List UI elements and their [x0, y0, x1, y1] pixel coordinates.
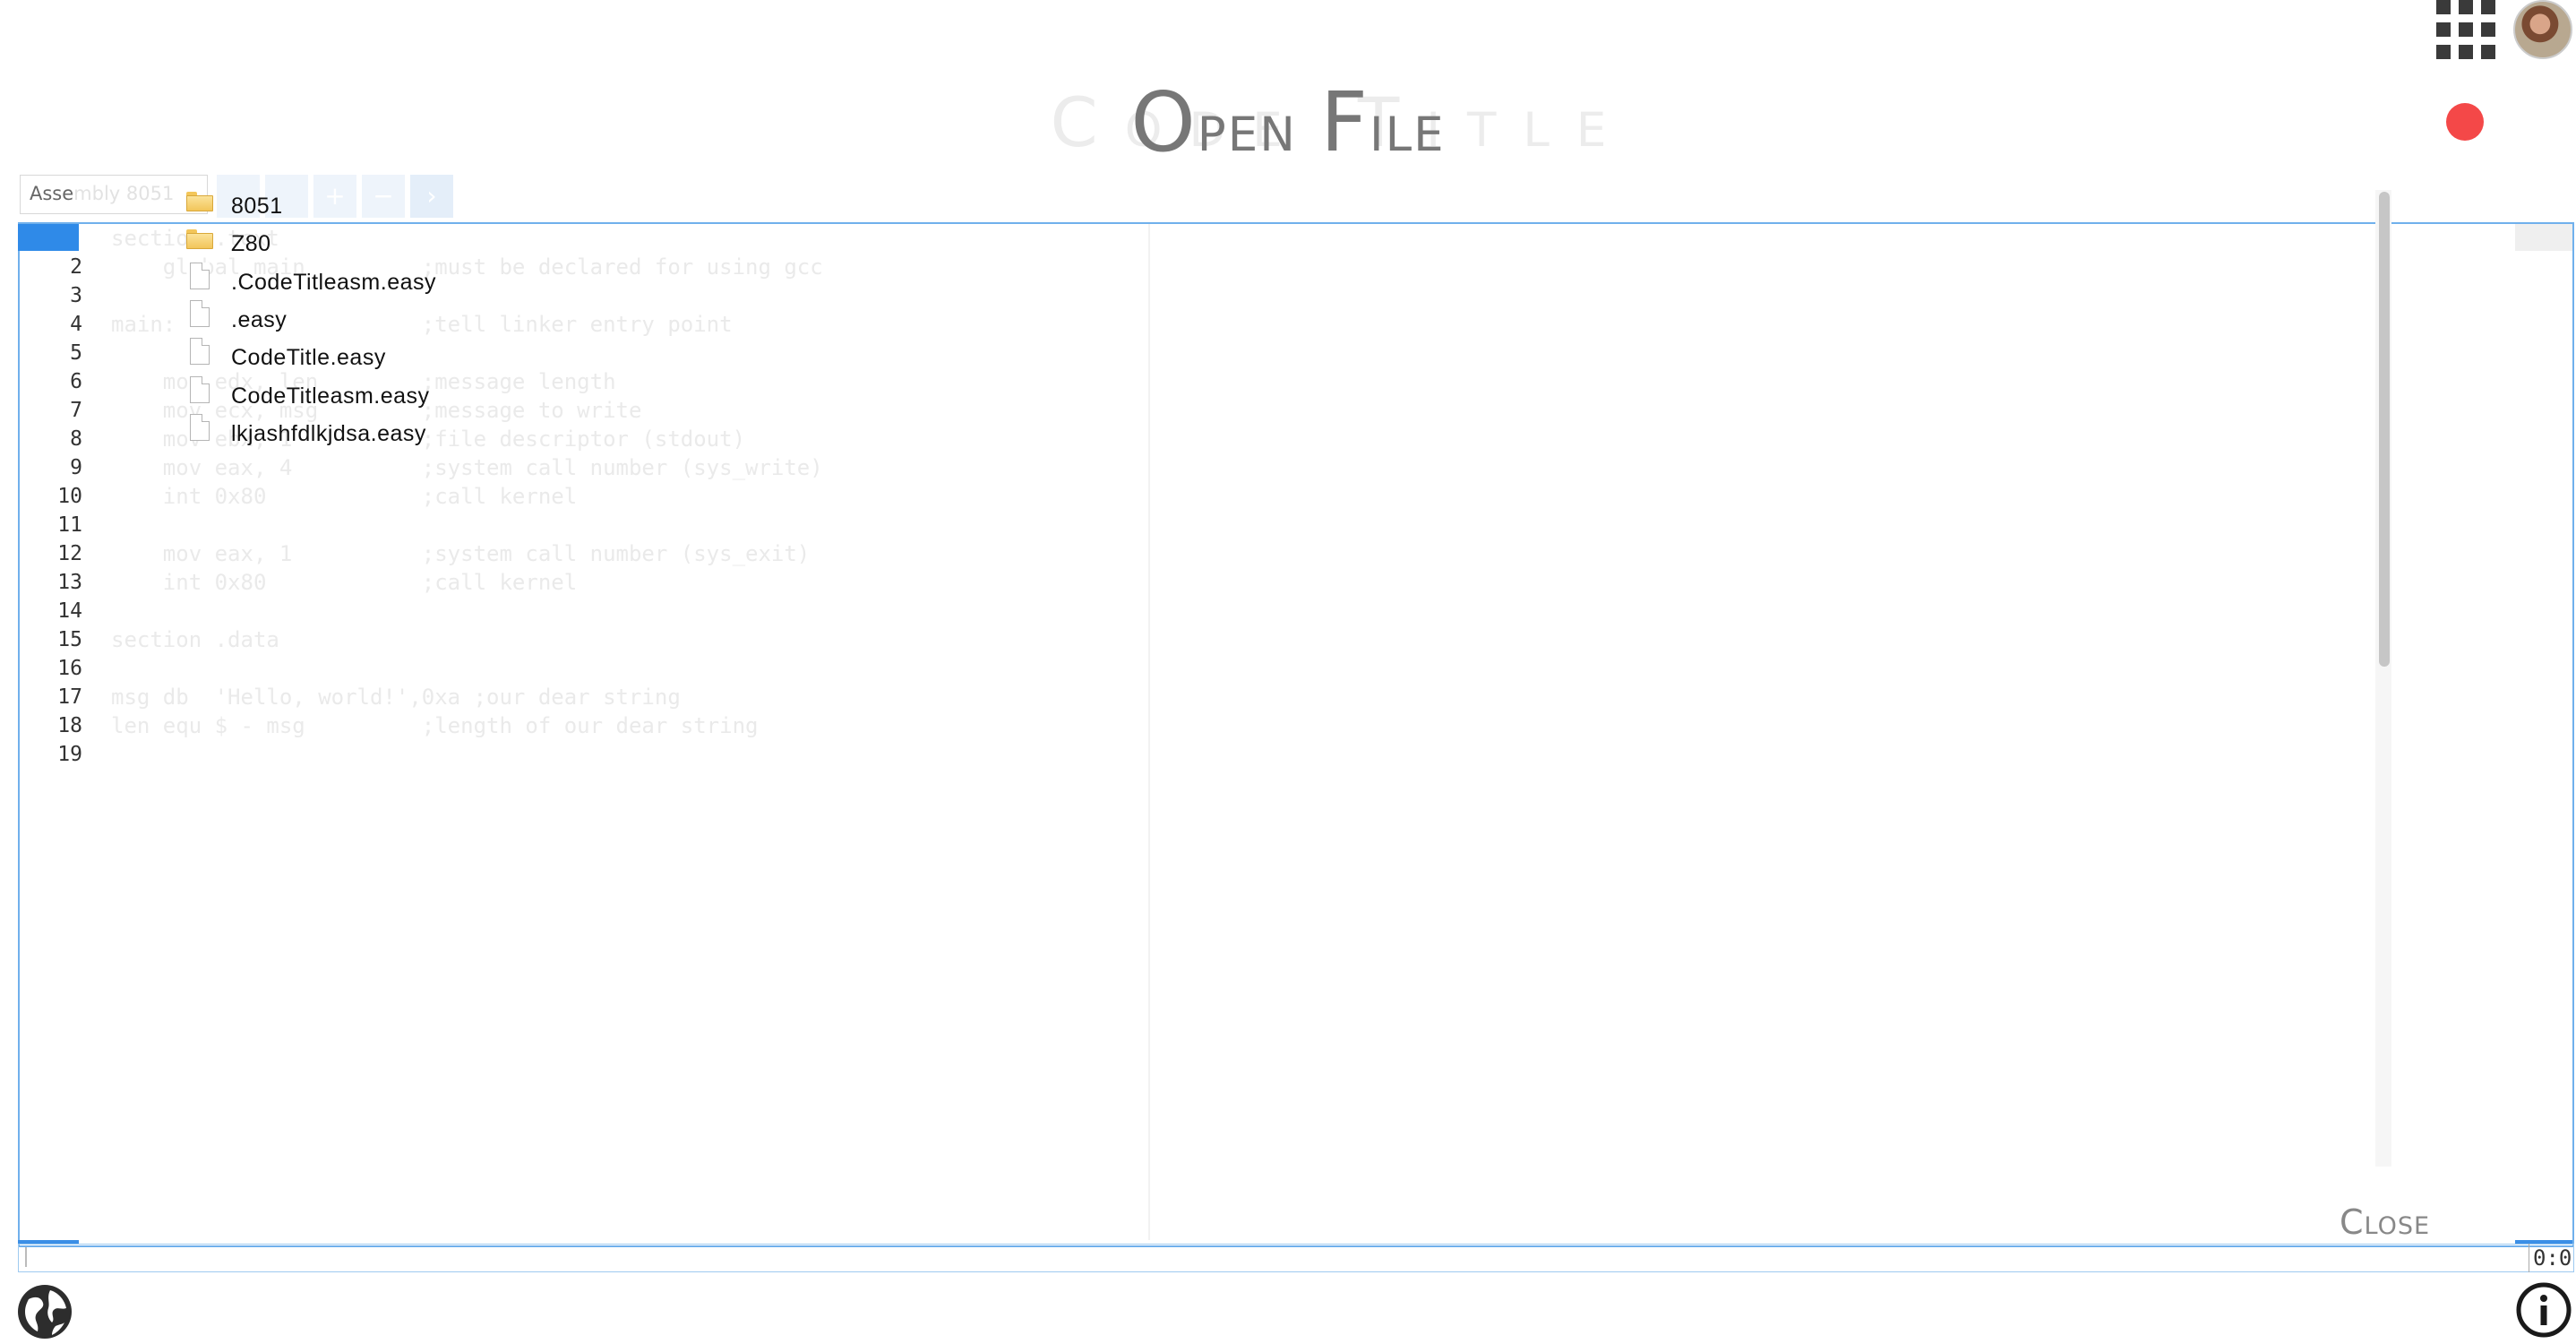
language-select-label: Asse	[30, 183, 74, 204]
folder-icon	[186, 192, 213, 211]
code-line: len equ $ - msg ;length of our dear stri…	[111, 713, 759, 738]
code-line: msg db 'Hello, world!',0xa ;our dear str…	[111, 685, 681, 710]
line-number: 11	[57, 513, 82, 537]
title-word-rest-2: ile	[1369, 87, 1446, 167]
language-select-label-faded: mbly 8051	[73, 183, 175, 204]
active-line-end	[2515, 224, 2572, 251]
line-number: 12	[57, 542, 82, 565]
file-name: CodeTitle.easy	[231, 345, 386, 371]
folder-icon	[186, 229, 213, 250]
title-initial: O	[1130, 74, 1198, 170]
document-icon	[190, 299, 210, 327]
file-name: 8051	[231, 194, 283, 219]
line-number: 19	[57, 743, 82, 766]
file-item[interactable]: CodeTitleasm.easy	[186, 375, 545, 414]
user-avatar[interactable]	[2513, 0, 2572, 59]
line-number: 4	[70, 313, 82, 336]
line-number: 13	[57, 571, 82, 594]
title-word-rest: pen	[1197, 87, 1297, 167]
info-icon[interactable]	[2515, 1281, 2572, 1339]
file-name: Z80	[231, 231, 271, 257]
close-button[interactable]: Close	[2340, 1202, 2430, 1242]
document-icon	[190, 413, 210, 441]
active-line-gutter	[18, 224, 79, 251]
code-line: section .data	[111, 627, 279, 652]
file-item[interactable]: .easy	[186, 299, 545, 338]
folder-item[interactable]: 8051	[186, 186, 545, 224]
document-icon	[190, 262, 210, 289]
folder-item[interactable]: Z80	[186, 224, 545, 262]
scrollbar-thumb[interactable]	[2379, 192, 2390, 667]
dialog-title: Open File	[0, 73, 2576, 177]
command-line[interactable]	[18, 1244, 2574, 1272]
file-item[interactable]: lkjashfdlkjdsa.easy	[186, 413, 545, 452]
document-icon	[190, 338, 210, 366]
file-name: .CodeTitleasm.easy	[231, 269, 436, 295]
line-number: 7	[70, 399, 82, 422]
line-number: 14	[57, 599, 82, 623]
file-name: CodeTitleasm.easy	[231, 383, 430, 409]
file-name: .easy	[231, 306, 288, 332]
globe-icon[interactable]	[16, 1283, 73, 1340]
document-icon	[190, 375, 210, 403]
cursor-position: 0:0	[2529, 1244, 2572, 1272]
line-number: 10	[57, 485, 82, 508]
command-cursor	[25, 1247, 27, 1267]
line-number: 2	[70, 255, 82, 279]
line-number: 16	[57, 657, 82, 680]
language-select[interactable]: Assembly 8051	[20, 175, 208, 214]
line-number: 5	[70, 341, 82, 365]
file-name: lkjashfdlkjdsa.easy	[231, 420, 426, 446]
line-number: 18	[57, 714, 82, 737]
code-line: mov eax, 4 ;system call number (sys_writ…	[111, 455, 823, 480]
line-number: 15	[57, 628, 82, 651]
editor-divider	[1148, 224, 1150, 1240]
file-item[interactable]: CodeTitle.easy	[186, 338, 545, 375]
file-item[interactable]: .CodeTitleasm.easy	[186, 262, 545, 300]
code-line: int 0x80 ;call kernel	[111, 484, 578, 509]
apps-grid-icon[interactable]	[2436, 0, 2495, 59]
line-number: 6	[70, 370, 82, 393]
line-number: 9	[70, 456, 82, 479]
line-number: 17	[57, 685, 82, 709]
line-number: 8	[70, 427, 82, 451]
line-number: 3	[70, 284, 82, 307]
code-line: mov eax, 1 ;system call number (sys_exit…	[111, 541, 811, 566]
title-initial-2: F	[1320, 74, 1370, 170]
code-line: int 0x80 ;call kernel	[111, 570, 578, 595]
